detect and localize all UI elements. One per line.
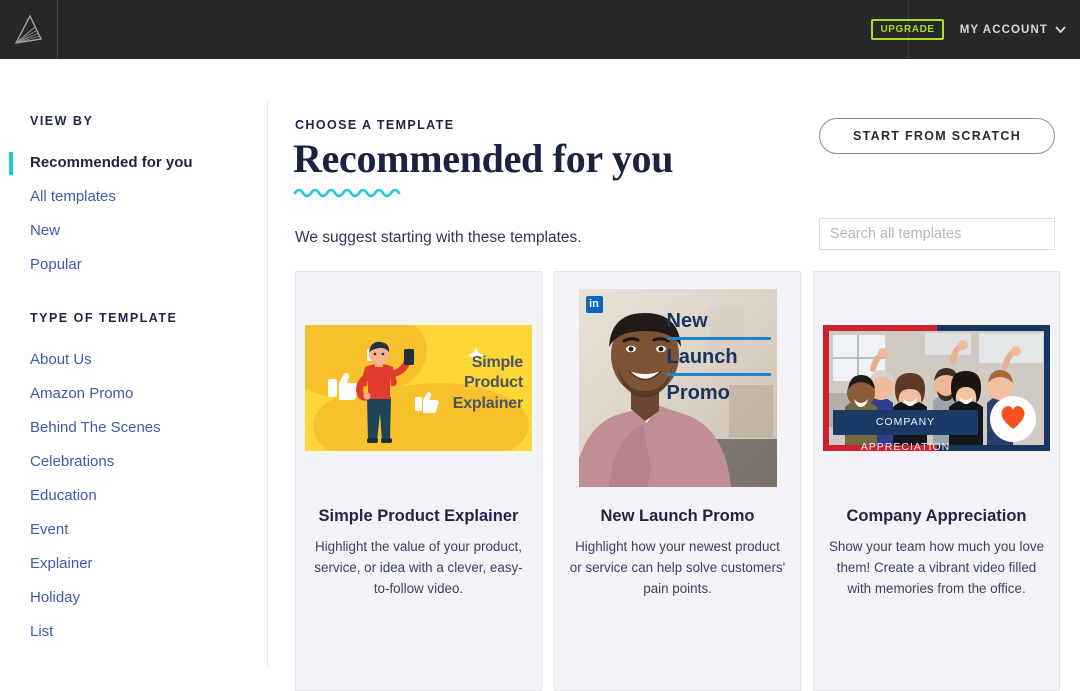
template-card-grid: Simple Product Explainer Simple Product Ex…	[295, 271, 1060, 691]
thumbnail-rule	[666, 337, 771, 340]
sidebar-item-list[interactable]: List	[0, 615, 267, 649]
chevron-down-icon	[1055, 24, 1066, 36]
template-thumbnail: in New Launch Promo	[555, 272, 800, 504]
sidebar-item-label: Holiday	[30, 589, 81, 606]
thumbnail-title-text: Simple Product Explainer	[452, 354, 523, 412]
thumbnail-line-3: Promo	[666, 382, 730, 404]
page-title: Recommended for you	[293, 136, 674, 181]
sidebar-item-label: Recommended for you	[30, 154, 193, 171]
thumbnail-line-2: Launch	[666, 346, 738, 368]
main-content: CHOOSE A TEMPLATE Recommended for you We…	[267, 59, 1080, 691]
sidebar-heading-view-by: VIEW BY	[30, 114, 94, 128]
sidebar-item-label: Education	[30, 487, 97, 504]
heart-icon	[999, 404, 1027, 435]
card-title: Company Appreciation	[846, 507, 1027, 525]
animoto-logo[interactable]	[10, 13, 48, 47]
thumbnail-title-text: New Launch Promo	[666, 310, 771, 404]
template-card-new-launch-promo[interactable]: in New Launch Promo New Launch Promo Hig…	[554, 271, 801, 691]
sidebar-item-about-us[interactable]: About Us	[0, 343, 267, 377]
search-input[interactable]	[819, 218, 1055, 250]
sidebar-item-holiday[interactable]: Holiday	[0, 581, 267, 615]
sidebar-item-new[interactable]: New	[0, 214, 267, 248]
template-card-simple-product-explainer[interactable]: Simple Product Explainer Simple Product Ex…	[295, 271, 542, 691]
card-title: Simple Product Explainer	[318, 507, 519, 525]
sidebar-item-label: About Us	[30, 351, 92, 368]
card-title: New Launch Promo	[600, 507, 755, 525]
sidebar-item-amazon-promo[interactable]: Amazon Promo	[0, 377, 267, 411]
my-account-menu[interactable]: MY ACCOUNT	[960, 24, 1066, 36]
page-subtitle: We suggest starting with these templates…	[295, 229, 582, 246]
sidebar-item-label: Popular	[30, 256, 82, 273]
yellow-explainer-thumbnail: Simple Product Explainer	[305, 325, 532, 451]
card-description: Highlight the value of your product, ser…	[314, 539, 523, 597]
team-photo-thumbnail: COMPANY APPRECIATION	[823, 325, 1050, 451]
linkedin-icon: in	[585, 296, 603, 313]
sidebar: VIEW BY Recommended for you All template…	[0, 59, 267, 666]
sidebar-item-recommended-for-you[interactable]: Recommended for you	[0, 146, 267, 180]
linkedin-portrait-thumbnail: in New Launch Promo	[578, 289, 777, 487]
sidebar-item-behind-the-scenes[interactable]: Behind The Scenes	[0, 411, 267, 445]
sidebar-item-education[interactable]: Education	[0, 479, 267, 513]
sidebar-item-label: List	[30, 623, 54, 640]
sidebar-item-label: Explainer	[30, 555, 93, 572]
banner-text: COMPANY APPRECIATION	[833, 410, 978, 451]
thumbnail-rule	[666, 373, 771, 376]
sidebar-item-label: Event	[30, 521, 69, 538]
card-description: Highlight how your newest product or ser…	[569, 539, 786, 597]
topbar-divider-left	[57, 0, 58, 59]
sidebar-item-popular[interactable]: Popular	[0, 248, 267, 282]
sidebar-item-label: All templates	[30, 188, 116, 205]
template-thumbnail: Simple Product Explainer	[296, 272, 541, 504]
sidebar-item-label: New	[30, 222, 61, 239]
topbar-actions: UPGRADE MY ACCOUNT	[871, 0, 1066, 59]
top-bar: UPGRADE MY ACCOUNT	[0, 0, 1080, 59]
sidebar-item-label: Behind The Scenes	[30, 419, 161, 436]
sidebar-item-event[interactable]: Event	[0, 513, 267, 547]
thumbnail-line-1: New	[666, 310, 708, 332]
sidebar-item-all-templates[interactable]: All templates	[0, 180, 267, 214]
sidebar-heading-type-of-template: TYPE OF TEMPLATE	[30, 311, 178, 325]
my-account-label: MY ACCOUNT	[959, 23, 1048, 36]
sidebar-item-label: Amazon Promo	[30, 385, 134, 402]
template-thumbnail: COMPANY APPRECIATION	[814, 272, 1059, 504]
sidebar-item-celebrations[interactable]: Celebrations	[0, 445, 267, 479]
card-description: Show your team how much you love them! C…	[828, 539, 1045, 597]
breadcrumb: CHOOSE A TEMPLATE	[295, 118, 455, 132]
template-card-company-appreciation[interactable]: COMPANY APPRECIATION Company Appreciatio…	[813, 271, 1060, 691]
start-from-scratch-button[interactable]: START FROM SCRATCH	[819, 118, 1055, 154]
sidebar-item-label: Celebrations	[30, 453, 115, 470]
upgrade-button[interactable]: UPGRADE	[871, 19, 944, 40]
heart-badge	[990, 396, 1036, 442]
wave-underline-decoration	[293, 185, 405, 203]
sidebar-item-explainer[interactable]: Explainer	[0, 547, 267, 581]
